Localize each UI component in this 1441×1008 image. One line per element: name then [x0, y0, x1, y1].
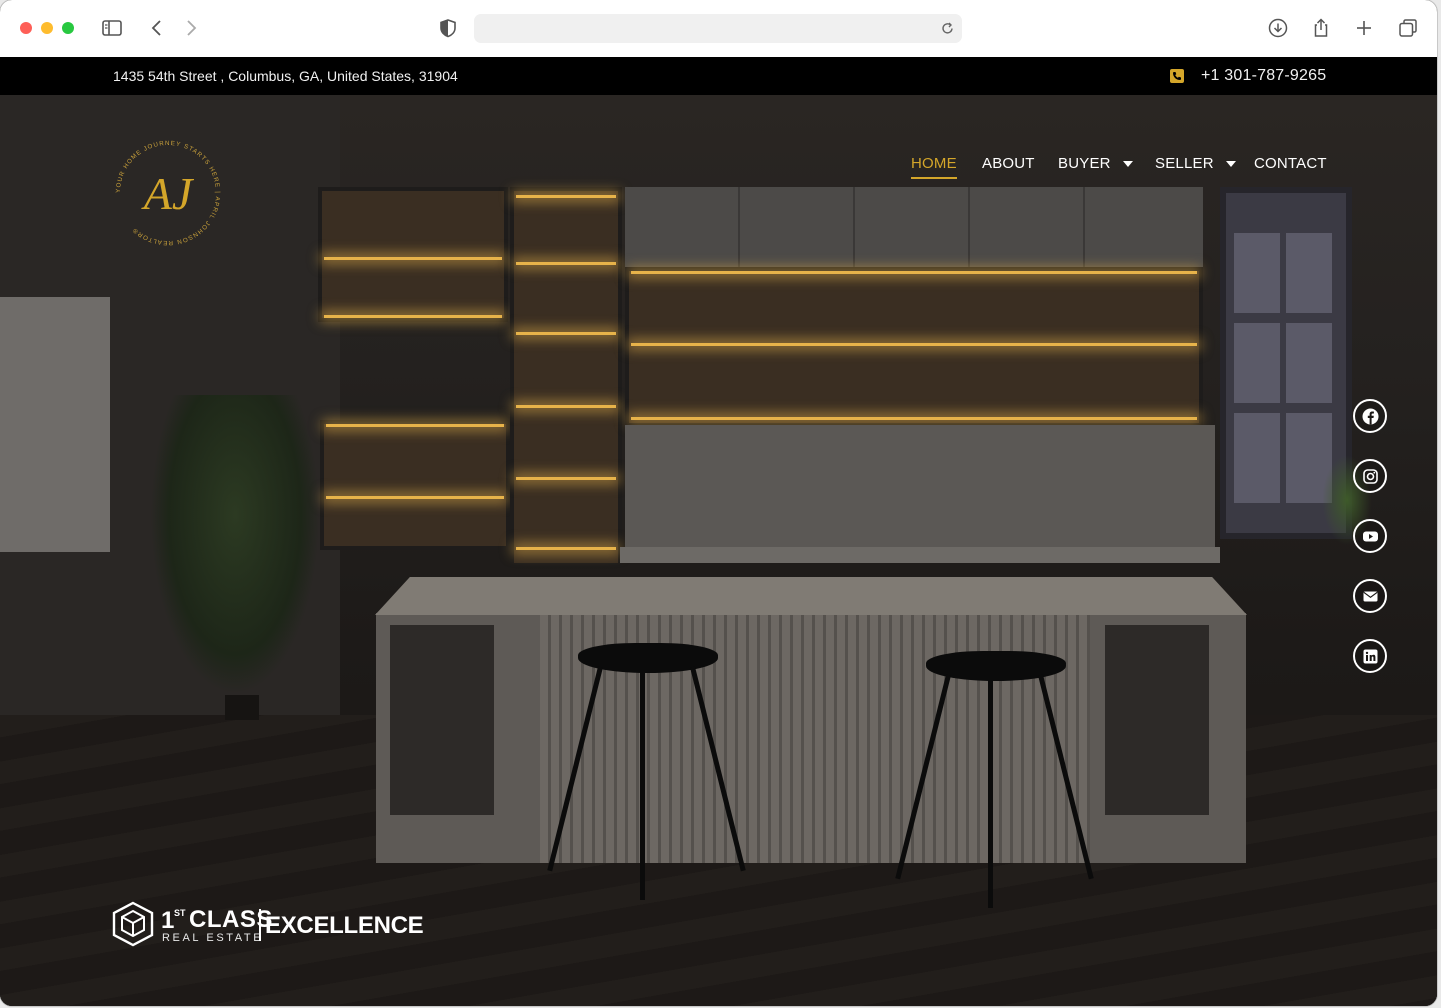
youtube-button[interactable] [1353, 519, 1387, 553]
brokerage-real-estate: REAL ESTATE [162, 932, 264, 944]
hero-section: YOUR HOME JOURNEY STARTS HERE | APRIL JO… [0, 95, 1437, 1006]
nav-seller-menu[interactable]: SELLER [1155, 155, 1236, 172]
linkedin-icon [1363, 649, 1377, 663]
logo-monogram: AJ [141, 168, 195, 219]
minimize-window-button[interactable] [41, 22, 53, 34]
chevron-right-icon[interactable] [179, 16, 203, 40]
brokerage-excellence: EXCELLENCE [265, 912, 424, 939]
download-icon[interactable] [1266, 16, 1290, 40]
facebook-icon [1362, 408, 1378, 424]
plus-icon[interactable] [1352, 16, 1376, 40]
youtube-icon [1362, 531, 1378, 541]
brokerage-superscript: ST [174, 908, 186, 918]
browser-window: 1435 54th Street , Columbus, GA, United … [0, 0, 1437, 1006]
email-button[interactable] [1353, 579, 1387, 613]
shield-icon[interactable] [436, 16, 460, 40]
address-text: 1435 54th Street , Columbus, GA, United … [113, 68, 458, 84]
browser-toolbar [0, 0, 1437, 58]
url-input[interactable] [484, 14, 928, 45]
nav-buyer-menu[interactable]: BUYER [1058, 155, 1133, 172]
address-bar[interactable] [474, 14, 962, 45]
brokerage-logo: 1 ST CLASS REAL ESTATE EXCELLENCE [110, 899, 430, 949]
close-window-button[interactable] [20, 22, 32, 34]
nav-contact-link[interactable]: CONTACT [1254, 155, 1327, 172]
brokerage-number: 1 [161, 907, 175, 934]
facebook-button[interactable] [1353, 399, 1387, 433]
nav-seller-label: SELLER [1155, 155, 1214, 172]
sidebar-icon[interactable] [100, 16, 124, 40]
caret-down-icon [1225, 161, 1236, 168]
instagram-icon [1362, 468, 1378, 484]
zoom-window-button[interactable] [62, 22, 74, 34]
tabs-icon[interactable] [1396, 16, 1420, 40]
nav-home-link[interactable]: HOME [911, 155, 957, 179]
share-icon[interactable] [1309, 16, 1333, 40]
cube-logo-icon [110, 901, 156, 947]
chevron-left-icon[interactable] [145, 16, 169, 40]
brokerage-divider [259, 909, 261, 941]
instagram-button[interactable] [1353, 459, 1387, 493]
nav-buyer-label: BUYER [1058, 155, 1111, 172]
caret-down-icon [1122, 161, 1133, 168]
contact-topbar: 1435 54th Street , Columbus, GA, United … [0, 57, 1437, 95]
reload-icon[interactable] [939, 20, 956, 37]
web-page: 1435 54th Street , Columbus, GA, United … [0, 57, 1437, 1006]
aj-realtor-logo[interactable]: YOUR HOME JOURNEY STARTS HERE | APRIL JO… [112, 137, 224, 249]
phone-number-link[interactable]: +1 301-787-9265 [1201, 67, 1326, 85]
email-icon [1362, 591, 1378, 601]
linkedin-button[interactable] [1353, 639, 1387, 673]
nav-about-link[interactable]: ABOUT [982, 155, 1035, 172]
phone-icon [1170, 69, 1184, 83]
